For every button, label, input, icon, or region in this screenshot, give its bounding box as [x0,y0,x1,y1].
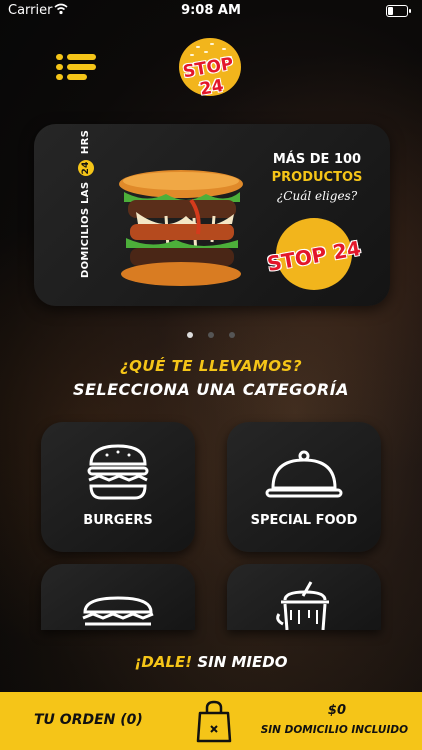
slogan-highlight: ¡DALE! [134,653,193,671]
carousel-pager[interactable] [0,323,422,342]
promo-banner[interactable]: DOMICILIOS LAS 24 HRS MÁS DE 100 PRODUCT… [34,124,390,306]
banner-line-2: PRODUCTOS [271,170,363,185]
slogan: ¡DALE! SIN MIEDO [0,653,422,671]
battery-icon [386,5,411,17]
pager-dot[interactable] [229,332,236,338]
pager-dot[interactable] [208,332,214,338]
banner-line-3: ¿Cuál eliges? [276,189,358,203]
sub-sandwich-icon [82,596,154,626]
section-subtitle: SELECCIONA UNA CATEGORÍA [72,380,350,399]
category-subs[interactable] [41,564,195,630]
section-question: ¿QUÉ TE LLEVAMOS? [119,357,303,375]
pager-dot[interactable] [186,332,193,338]
category-label: SPECIAL FOOD [250,513,358,528]
burger-image [119,170,243,286]
slogan-rest: SIN MIEDO [197,653,288,671]
order-total: $0 [327,703,346,718]
banner-logo: STOP 24 [265,216,363,294]
category-drinks[interactable] [227,564,381,630]
category-burgers[interactable]: BURGERS [41,422,195,552]
category-label: BURGERS [83,513,153,528]
milkshake-icon [276,581,329,630]
cloche-icon [265,450,343,498]
order-bar[interactable]: TU ORDEN (0) $0 SIN DOMICILIO INCLUIDO [0,692,422,750]
shopping-bag-icon[interactable] [194,699,234,743]
order-button[interactable]: TU ORDEN (0) [34,712,143,728]
burger-icon [87,444,149,500]
hours-badge: 24 [78,159,94,176]
brand-logo: STOP 24 [176,36,246,102]
menu-icon[interactable] [54,50,98,84]
category-special-food[interactable]: SPECIAL FOOD [227,422,381,552]
status-bar: Carrier 9:08 AM [0,0,422,22]
background [0,0,422,750]
banner-line-1: MÁS DE 100 [272,152,362,167]
clock: 9:08 AM [181,3,241,18]
shipping-note: SIN DOMICILIO INCLUIDO [260,724,408,736]
banner-side-text: DOMICILIOS LAS 24 HRS [74,130,94,282]
